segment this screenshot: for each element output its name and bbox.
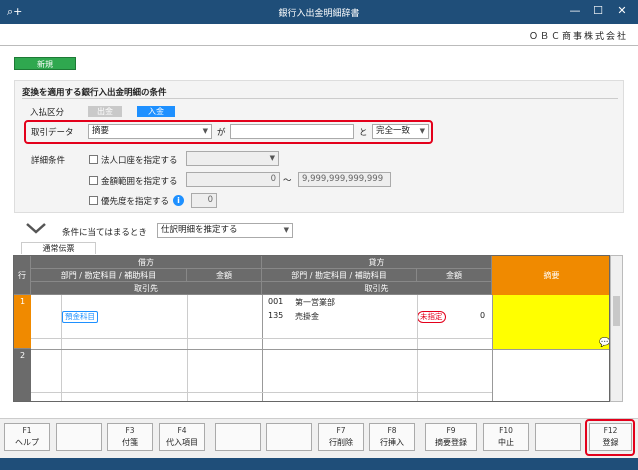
conditions-panel [14,80,624,213]
amount-range-checkbox[interactable] [89,176,98,185]
amount-tilde: ～ [283,176,292,186]
f11-button[interactable] [535,423,581,451]
row-number[interactable]: 1 [14,295,31,349]
minimize-icon[interactable]: — [566,4,584,17]
credit-amount-header: 金額 [417,269,492,282]
comment-icon[interactable]: 💬 [599,338,609,348]
header-divider [0,45,638,46]
credit-account-name: 売掛金 [295,312,319,321]
debit-partner-header: 取引先 [31,282,262,295]
chevron-down-icon: ▼ [202,127,208,135]
f9-register-memo-button[interactable]: F9 摘要登録 [425,423,477,451]
debit-account-header: 部門 / 勘定科目 / 補助科目 [31,269,187,282]
status-bar [0,458,638,470]
amount-range-label: 金額範囲を指定する [101,177,178,187]
f5-button[interactable] [215,423,261,451]
debit-header: 借方 [31,256,262,269]
new-badge: 新規 [14,57,76,70]
tab-normal-voucher[interactable]: 通常伝票 [21,242,96,254]
corp-account-select: ▼ [186,151,279,166]
memo-cell[interactable] [492,295,609,349]
unassigned-tag: 未指定 [417,311,446,323]
credit-account-header: 部門 / 勘定科目 / 補助科目 [262,269,417,282]
journal-grid: 行 借方 部門 / 勘定科目 / 補助科目 金額 取引先 貸方 部門 / 勘定科… [13,255,610,402]
maximize-icon[interactable]: ☐ [589,4,607,17]
chevron-down-icon[interactable] [25,221,47,235]
f1-help-button[interactable]: F1 ヘルプ [4,423,50,451]
info-icon[interactable]: i [173,195,184,206]
amount-from-input: 0 [186,172,280,187]
priority-label: 優先度を指定する [101,197,170,207]
close-icon[interactable]: ✕ [613,4,631,17]
corp-account-checkbox[interactable] [89,155,98,164]
match-text-input[interactable] [230,124,354,139]
out-toggle[interactable]: 出金 [88,106,122,117]
data-field-value: 摘要 [92,126,110,136]
direction-label: 入払区分 [30,108,65,118]
debit-amount-header: 金額 [187,269,262,282]
chevron-down-icon: ▼ [419,127,425,135]
apply-select-value: 仕訳明細を推定する [161,225,238,235]
chevron-down-icon: ▼ [269,154,275,162]
credit-dept-code: 001 [268,297,284,306]
amount-to-input: 9,999,999,999,999 [298,172,391,187]
window-title: 銀行入出金明細辞書 [278,9,360,19]
grid-row-header: 行 [14,256,31,295]
match-type-select[interactable]: 完全一致 ▼ [372,124,429,139]
row-number[interactable]: 2 [14,349,31,401]
credit-account-code: 135 [268,311,284,320]
data-label: 取引データ [31,128,74,138]
ga-label: が [217,128,226,138]
conditions-divider [22,98,618,99]
scrollbar-thumb[interactable] [613,296,620,326]
detail-label: 詳細条件 [31,156,66,166]
apply-label: 条件に当てはまるとき [62,228,147,238]
conditions-title: 変換を適用する銀行入出金明細の条件 [22,88,167,98]
company-name: ＯＢＣ商事株式会社 [528,32,628,42]
credit-amount-value: 0 [480,311,486,320]
f3-sticky-button[interactable]: F3 付箋 [107,423,153,451]
credit-dept-name: 第一営業部 [295,298,335,307]
register-highlight [585,419,635,456]
grid-line [31,392,492,393]
grid-line [31,349,609,350]
grid-line [31,338,492,339]
f10-cancel-button[interactable]: F10 中止 [483,423,529,451]
memo-header: 摘要 [492,256,609,295]
data-field-select[interactable]: 摘要 ▼ [88,124,212,139]
apply-select[interactable]: 仕訳明細を推定する ▼ [157,223,293,238]
grid-scrollbar[interactable] [610,255,623,402]
deposit-account-tag: 預金科目 [62,311,98,323]
match-type-value: 完全一致 [376,126,411,136]
chevron-down-icon: ▼ [283,226,289,234]
title-bar: ⌕+ 銀行入出金明細辞書 — ☐ ✕ [0,0,638,24]
f4-substitute-button[interactable]: F4 代入項目 [159,423,205,451]
f8-insert-row-button[interactable]: F8 行挿入 [369,423,415,451]
credit-header: 貸方 [262,256,492,269]
priority-checkbox[interactable] [89,196,98,205]
corp-account-label: 法人口座を指定する [101,156,178,166]
f2-button[interactable] [56,423,102,451]
f7-delete-row-button[interactable]: F7 行削除 [318,423,364,451]
in-toggle[interactable]: 入金 [137,106,175,117]
priority-input: 0 [191,193,217,208]
f6-button[interactable] [266,423,312,451]
to-label: と [359,128,368,138]
credit-partner-header: 取引先 [262,282,492,295]
